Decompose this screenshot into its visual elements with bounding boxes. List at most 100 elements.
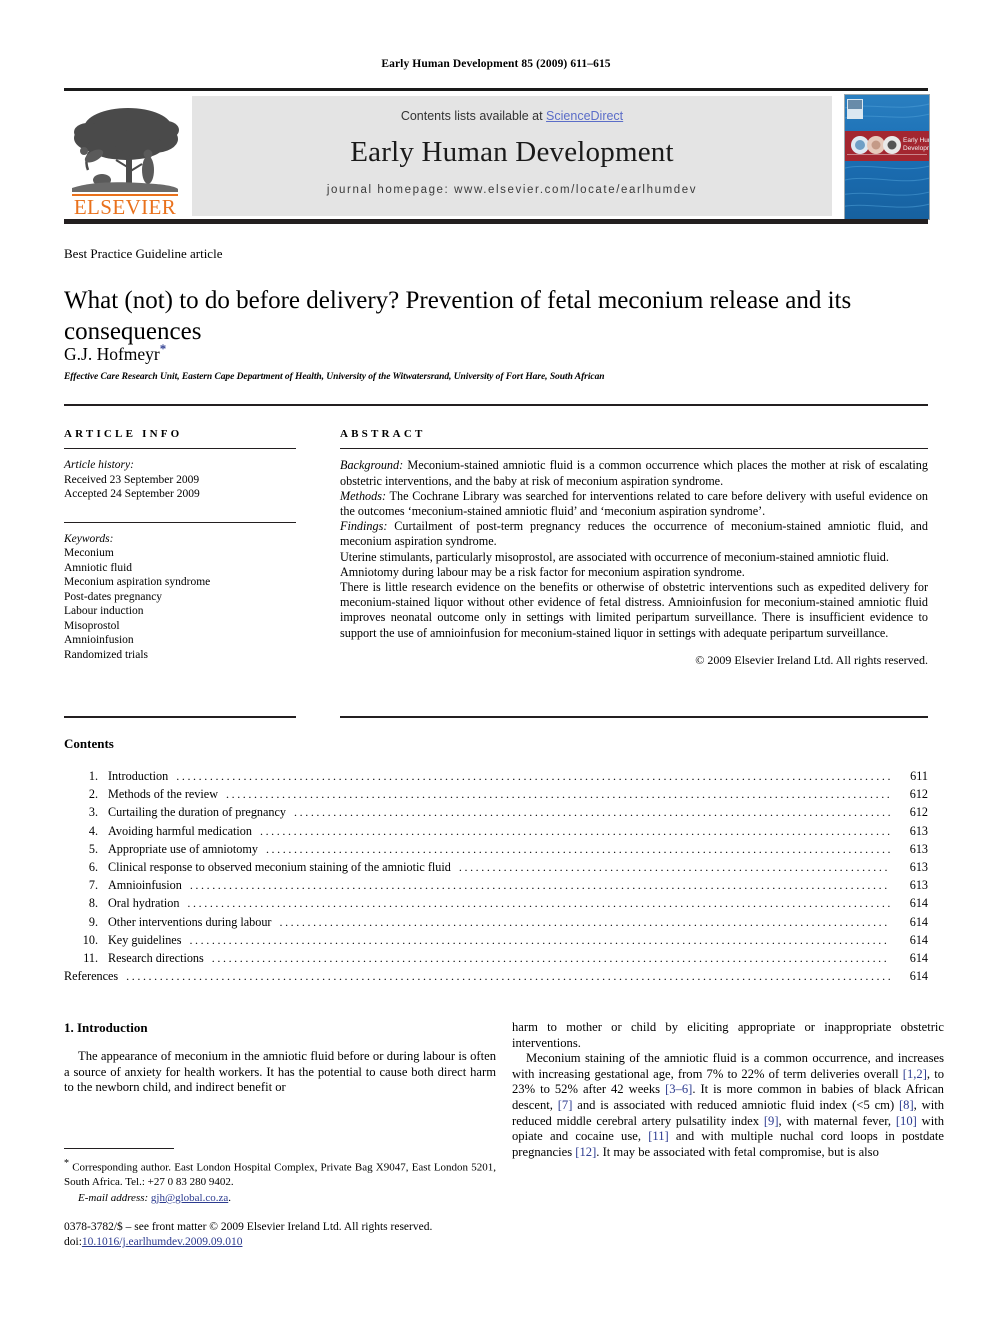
corresponding-author-footnote: * Corresponding author. East London Hosp… (64, 1157, 496, 1205)
toc-label[interactable]: Oral hydration (108, 896, 183, 911)
page-title: What (not) to do before delivery? Preven… (64, 286, 852, 345)
meconium-staining-paragraph: Meconium staining of the amniotic fluid … (512, 1051, 944, 1160)
toc-row[interactable]: 7. Amnioinfusion.........................… (64, 878, 928, 896)
toc-number: 8. (88, 896, 98, 911)
svg-text:ELSEVIER: ELSEVIER (74, 195, 176, 216)
history-received: Received 23 September 2009 (64, 473, 200, 486)
doi-link[interactable]: 10.1016/j.earlhumdev.2009.09.010 (82, 1236, 243, 1248)
footnote-line: * Corresponding author. East London Hosp… (64, 1157, 496, 1189)
toc-row[interactable]: 11. Research directions..................… (64, 951, 928, 969)
toc-page-number: 612 (909, 787, 928, 802)
journal-homepage[interactable]: journal homepage: www.elsevier.com/locat… (192, 184, 832, 196)
citation-link[interactable]: [8] (899, 1098, 914, 1112)
doi-label: doi: (64, 1236, 82, 1248)
toc-leader-dots: ........................................… (176, 769, 890, 783)
abstract-findings-text: Curtailment of post-term pregnancy reduc… (340, 519, 928, 549)
contents-lists-prefix: Contents lists available at (400, 109, 547, 123)
toc-row[interactable]: 9. Other interventions during labour.....… (64, 915, 928, 933)
history-accepted: Accepted 24 September 2009 (64, 488, 200, 501)
corresponding-author-marker[interactable]: * (160, 341, 167, 356)
toc-page-number: 613 (909, 878, 928, 893)
toc-row[interactable]: 8. Oral hydration........................… (64, 896, 928, 914)
toc-label[interactable]: Key guidelines (108, 933, 185, 948)
citation-link[interactable]: [9] (764, 1114, 779, 1128)
sciencedirect-link[interactable]: ScienceDirect (546, 109, 623, 123)
toc-row[interactable]: References..............................… (64, 969, 928, 987)
table-of-contents: 1. Introduction..........................… (64, 769, 928, 987)
keywords-label: Keywords: (64, 532, 114, 545)
contents-lists-line: Contents lists available at ScienceDirec… (192, 109, 832, 123)
abstract-methods-label: Methods: (340, 488, 387, 503)
toc-page-number: 614 (909, 914, 928, 929)
toc-leader-dots: ........................................… (265, 841, 890, 856)
toc-number: 11. (83, 950, 98, 965)
abstract-paragraph: Uterine stimulants, particularly misopro… (340, 549, 889, 564)
abstract-bottom-rule (340, 716, 928, 719)
toc-label[interactable]: References (64, 969, 122, 984)
email-link[interactable]: gjh@global.co.za (151, 1192, 228, 1204)
journal-band: Contents lists available at ScienceDirec… (192, 96, 832, 216)
abstract-background-label: Background: (340, 458, 404, 473)
toc-leader-dots: ........................................… (126, 969, 890, 984)
toc-leader-dots: ........................................… (211, 950, 890, 965)
citation-link[interactable]: [1,2] (903, 1067, 927, 1081)
toc-label[interactable]: Research directions (108, 951, 208, 966)
toc-row[interactable]: 3. Curtailing the duration of pregnancy..… (64, 805, 928, 823)
para-text: Meconium staining of the amniotic fluid … (512, 1051, 944, 1081)
abstract-column: ABSTRACT Background: Meconium-stained am… (340, 428, 928, 668)
toc-leader-dots: ........................................… (294, 805, 890, 820)
toc-label[interactable]: Appropriate use of amniotomy (108, 842, 262, 857)
toc-label[interactable]: Amnioinfusion (108, 878, 186, 893)
imprint-block: 0378-3782/$ – see front matter © 2009 El… (64, 1220, 496, 1250)
journal-cover-thumbnail: Early Human Development (844, 94, 930, 220)
toc-number: 9. (88, 914, 98, 929)
toc-page-number: 613 (909, 841, 928, 856)
para-text: , with maternal fever, (778, 1113, 896, 1128)
toc-leader-dots: ........................................… (279, 914, 890, 929)
citation-link[interactable]: [10] (896, 1114, 917, 1128)
toc-row[interactable]: 6. Clinical response to observed meconium… (64, 860, 928, 878)
footnote-text: Corresponding author. East London Hospit… (64, 1161, 496, 1188)
toc-label[interactable]: Avoiding harmful medication (108, 824, 256, 839)
toc-row[interactable]: 10. Key guidelines.......................… (64, 933, 928, 951)
toc-number: 3. (88, 805, 98, 820)
citation-link[interactable]: [12] (575, 1145, 596, 1159)
toc-row[interactable]: 1. Introduction..........................… (64, 769, 928, 787)
keyword-item: Randomized trials (64, 648, 148, 661)
keyword-item: Meconium aspiration syndrome (64, 576, 211, 589)
toc-row[interactable]: 5. Appropriate use of amniotomy..........… (64, 842, 928, 860)
footnote-rule (64, 1148, 174, 1149)
toc-label[interactable]: Other interventions during labour (108, 915, 275, 930)
toc-label[interactable]: Clinical response to observed meconium s… (108, 860, 455, 875)
citation-link[interactable]: [3–6] (665, 1082, 692, 1096)
doi-line: doi:10.1016/j.earlhumdev.2009.09.010 (64, 1235, 496, 1250)
toc-label[interactable]: Methods of the review (108, 787, 222, 802)
toc-page-number: 614 (909, 969, 928, 984)
abstract-heading: ABSTRACT (340, 428, 426, 440)
toc-leader-dots: ........................................… (458, 859, 890, 874)
citation-link[interactable]: [7] (558, 1098, 573, 1112)
toc-page-number: 613 (909, 859, 928, 874)
toc-row[interactable]: 2. Methods of the review.................… (64, 787, 928, 805)
keywords-block: Keywords: Meconium Amniotic fluid Meconi… (64, 521, 296, 663)
toc-page-number: 614 (909, 932, 928, 947)
toc-row[interactable]: 4. Avoiding harmful medication...........… (64, 824, 928, 842)
issn-line: 0378-3782/$ – see front matter © 2009 El… (64, 1221, 433, 1233)
article-page: Early Human Development 85 (2009) 611–61… (0, 0, 992, 1323)
elsevier-logo: ELSEVIER (66, 96, 184, 219)
body-column-left: 1. Introduction The appearance of meconi… (64, 1020, 496, 1096)
toc-leader-dots: ........................................… (259, 823, 890, 838)
abstract-body: Background: Meconium-stained amniotic fl… (340, 458, 928, 668)
toc-label[interactable]: Introduction (108, 769, 172, 784)
masthead-top-rule (64, 88, 928, 91)
section-heading-introduction: 1. Introduction (64, 1020, 148, 1035)
email-line: E-mail address: gjh@global.co.za. (64, 1191, 496, 1205)
abstract-findings: Findings: Curtailment of post-term pregn… (340, 519, 928, 549)
article-info-heading: ARTICLE INFO (64, 428, 183, 440)
toc-leader-dots: ........................................… (187, 896, 890, 911)
article-info-rule (64, 448, 296, 450)
article-info-column: ARTICLE INFO Article history: Received 2… (64, 428, 296, 662)
toc-label[interactable]: Curtailing the duration of pregnancy (108, 805, 290, 820)
citation-link[interactable]: [11] (648, 1129, 669, 1143)
article-type-label: Best Practice Guideline article (64, 246, 223, 261)
